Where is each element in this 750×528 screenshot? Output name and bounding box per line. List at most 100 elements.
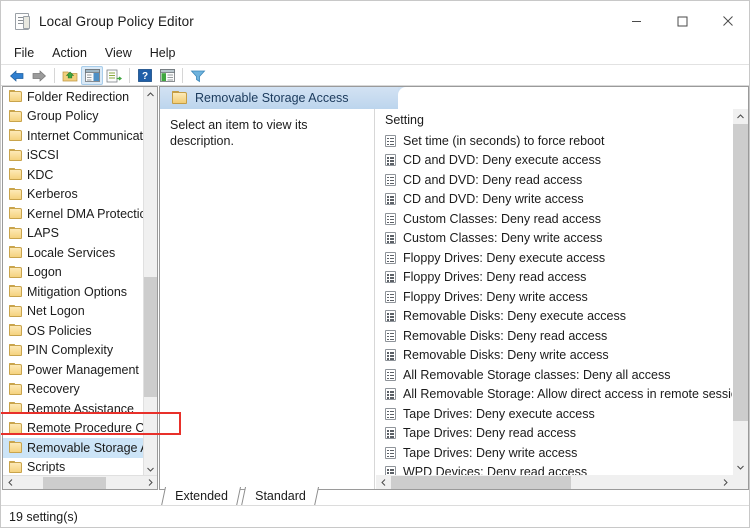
show-hide-action-pane-button[interactable] xyxy=(156,66,178,85)
tree-item[interactable]: Recovery xyxy=(3,380,144,400)
setting-row[interactable]: CD and DVD: Deny read access xyxy=(376,170,732,190)
folder-icon xyxy=(9,148,22,161)
setting-row[interactable]: Custom Classes: Deny write access xyxy=(376,229,732,249)
tree-item[interactable]: Internet Communicatio xyxy=(3,126,144,146)
tree-item-label: Locale Services xyxy=(27,245,116,260)
tree-scroll-down-arrow[interactable] xyxy=(144,462,157,476)
toolbar-separator xyxy=(129,68,130,83)
tree-item-label: Mitigation Options xyxy=(27,284,128,299)
tree-item-label: Remote Procedure Call xyxy=(27,421,144,436)
policy-setting-icon xyxy=(385,154,396,167)
tree-horizontal-scrollbar[interactable] xyxy=(3,475,157,489)
setting-label: Floppy Drives: Deny execute access xyxy=(403,250,606,265)
folder-icon xyxy=(9,363,22,376)
setting-label: Tape Drives: Deny read access xyxy=(403,426,576,441)
setting-row[interactable]: Removable Disks: Deny write access xyxy=(376,346,732,366)
setting-row[interactable]: Tape Drives: Deny read access xyxy=(376,424,732,444)
menu-item-help[interactable]: Help xyxy=(141,44,185,62)
tree-item-label: Remote Assistance xyxy=(27,401,134,416)
folder-icon xyxy=(9,90,22,103)
tree-item-label: KDC xyxy=(27,167,54,182)
setting-row[interactable]: Custom Classes: Deny read access xyxy=(376,209,732,229)
tree-item[interactable]: PIN Complexity xyxy=(3,341,144,361)
tree-item[interactable]: Logon xyxy=(3,263,144,283)
tree-item[interactable]: Kernel DMA Protection xyxy=(3,204,144,224)
setting-label: Removable Disks: Deny write access xyxy=(403,348,609,363)
tree-item[interactable]: Remote Procedure Call xyxy=(3,419,144,439)
tree-item[interactable]: Folder Redirection xyxy=(3,87,144,107)
tree-item[interactable]: LAPS xyxy=(3,224,144,244)
menu-item-action[interactable]: Action xyxy=(43,44,96,62)
tree-item[interactable]: Scripts xyxy=(3,458,144,477)
setting-row[interactable]: Removable Disks: Deny read access xyxy=(376,326,732,346)
settings-scroll-up-arrow[interactable] xyxy=(733,109,748,124)
up-one-level-button[interactable] xyxy=(59,66,81,85)
tree-item[interactable]: Net Logon xyxy=(3,302,144,322)
setting-row[interactable]: WPD Devices: Deny read access xyxy=(376,463,732,475)
close-button[interactable] xyxy=(705,1,749,41)
settings-scroll-thumb[interactable] xyxy=(733,124,748,421)
setting-row[interactable]: Tape Drives: Deny execute access xyxy=(376,404,732,424)
tree-scroll-right-arrow[interactable] xyxy=(143,476,157,489)
tree-item[interactable]: Remote Assistance xyxy=(3,399,144,419)
help-button[interactable]: ? xyxy=(134,66,156,85)
tree-item-label: LAPS xyxy=(27,226,59,241)
tab-standard[interactable]: Standard xyxy=(240,487,320,506)
tree-hscroll-thumb[interactable] xyxy=(43,477,106,489)
show-hide-console-tree-button[interactable] xyxy=(81,66,103,85)
folder-icon xyxy=(9,324,22,337)
tree-item[interactable]: Group Policy xyxy=(3,107,144,127)
settings-column-header[interactable]: Setting xyxy=(376,109,732,131)
tree-item[interactable]: Locale Services xyxy=(3,243,144,263)
setting-row[interactable]: Removable Disks: Deny execute access xyxy=(376,307,732,327)
menu-bar: File Action View Help xyxy=(1,41,749,65)
back-button[interactable] xyxy=(6,66,28,85)
tree-item[interactable]: Power Management xyxy=(3,360,144,380)
policy-setting-icon xyxy=(385,368,396,381)
tab-extended[interactable]: Extended xyxy=(160,487,242,506)
folder-icon xyxy=(9,343,22,356)
settings-vertical-scrollbar[interactable] xyxy=(733,109,748,489)
tree-scroll-thumb[interactable] xyxy=(144,277,157,397)
status-bar: 19 setting(s) xyxy=(1,505,749,527)
setting-label: All Removable Storage: Allow direct acce… xyxy=(403,387,732,402)
setting-row[interactable]: Floppy Drives: Deny read access xyxy=(376,268,732,288)
setting-row[interactable]: Tape Drives: Deny write access xyxy=(376,443,732,463)
policy-setting-icon xyxy=(385,232,396,245)
tree-scroll-up-arrow[interactable] xyxy=(144,87,157,101)
setting-label: All Removable Storage classes: Deny all … xyxy=(403,367,671,382)
tree-item[interactable]: Kerberos xyxy=(3,185,144,205)
tree-item[interactable]: iSCSI xyxy=(3,146,144,166)
export-list-button[interactable] xyxy=(103,66,125,85)
description-text: Select an item to view its description. xyxy=(170,118,308,148)
maximize-button[interactable] xyxy=(659,1,705,41)
menu-item-file[interactable]: File xyxy=(5,44,43,62)
setting-row[interactable]: Floppy Drives: Deny execute access xyxy=(376,248,732,268)
tree-item[interactable]: Removable Storage Acc xyxy=(3,438,144,458)
menu-item-view[interactable]: View xyxy=(96,44,141,62)
setting-row[interactable]: CD and DVD: Deny execute access xyxy=(376,151,732,171)
setting-row[interactable]: All Removable Storage classes: Deny all … xyxy=(376,365,732,385)
tree-item-label: Internet Communicatio xyxy=(27,128,144,143)
setting-row[interactable]: All Removable Storage: Allow direct acce… xyxy=(376,385,732,405)
filter-button[interactable] xyxy=(187,66,209,85)
tree-item[interactable]: KDC xyxy=(3,165,144,185)
tree-item[interactable]: OS Policies xyxy=(3,321,144,341)
tree-item[interactable]: Mitigation Options xyxy=(3,282,144,302)
tree-vertical-scrollbar[interactable] xyxy=(143,87,157,476)
setting-row[interactable]: Floppy Drives: Deny write access xyxy=(376,287,732,307)
tree-item-label: Folder Redirection xyxy=(27,89,130,104)
console-tree-icon xyxy=(84,69,100,82)
svg-text:?: ? xyxy=(142,71,148,82)
content-pane: Removable Storage Access Select an item … xyxy=(159,86,749,490)
minimize-button[interactable] xyxy=(613,1,659,41)
folder-icon xyxy=(9,246,22,259)
forward-button[interactable] xyxy=(28,66,50,85)
tree-item-label: Net Logon xyxy=(27,304,85,319)
settings-list: Set time (in seconds) to force reboot CD … xyxy=(376,131,732,475)
setting-row[interactable]: Set time (in seconds) to force reboot xyxy=(376,131,732,151)
close-icon xyxy=(723,16,733,26)
settings-scroll-down-arrow[interactable] xyxy=(733,460,748,475)
setting-row[interactable]: CD and DVD: Deny write access xyxy=(376,190,732,210)
tree-scroll-left-arrow[interactable] xyxy=(3,476,17,489)
